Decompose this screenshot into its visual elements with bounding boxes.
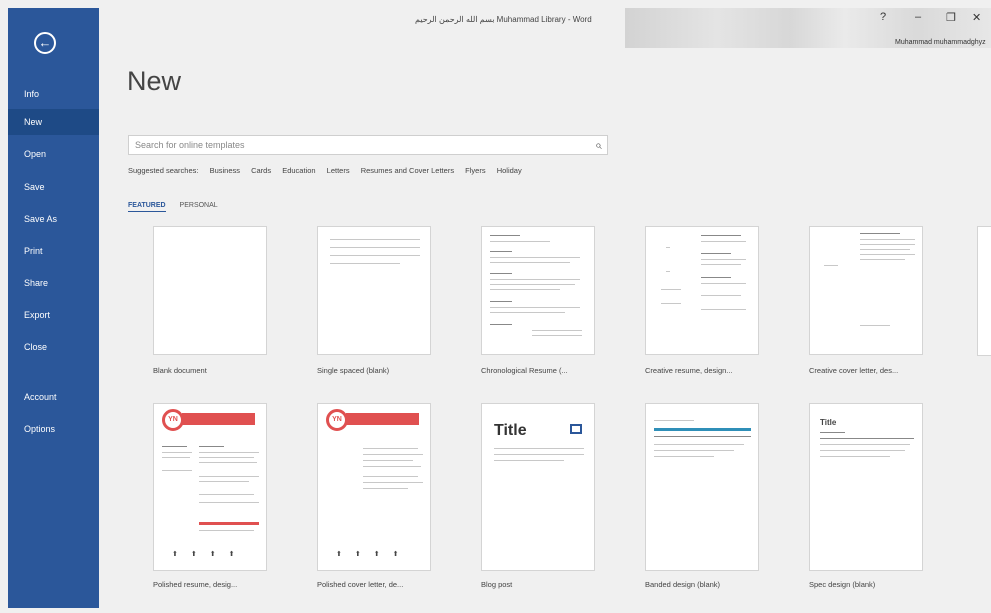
- suggested-letters[interactable]: Letters: [327, 166, 350, 175]
- nav-save[interactable]: Save: [8, 174, 99, 200]
- tab-personal[interactable]: PERSONAL: [180, 202, 218, 211]
- nav-new[interactable]: New: [8, 109, 99, 135]
- nav-options[interactable]: Options: [8, 416, 99, 442]
- window-title: بسم الله الرحمن الرحيم Muhammad Library …: [415, 15, 592, 24]
- template-tabs: FEATURED PERSONAL: [128, 202, 230, 212]
- template-search-input[interactable]: Search for online templates ⌕: [128, 135, 608, 155]
- suggested-business[interactable]: Business: [210, 166, 240, 175]
- suggested-holiday[interactable]: Holiday: [497, 166, 522, 175]
- backstage-nav: ← Info New Open Save Save As Print Share…: [8, 8, 99, 608]
- word-window: ← Info New Open Save Save As Print Share…: [0, 0, 991, 613]
- resume-badge: YN: [162, 409, 184, 431]
- tab-featured[interactable]: FEATURED: [128, 202, 166, 212]
- suggested-flyers[interactable]: Flyers: [465, 166, 485, 175]
- suggested-cards[interactable]: Cards: [251, 166, 271, 175]
- suggested-label: Suggested searches:: [128, 166, 199, 175]
- template-spec-design[interactable]: Title: [809, 403, 923, 571]
- cover-letter-badge: YN: [326, 409, 348, 431]
- nav-open[interactable]: Open: [8, 141, 99, 167]
- blog-image-icon: [570, 424, 582, 434]
- template-label[interactable]: Banded design (blank): [645, 580, 720, 589]
- search-placeholder: Search for online templates: [135, 140, 245, 150]
- template-label[interactable]: Polished cover letter, de...: [317, 580, 403, 589]
- nav-share[interactable]: Share: [8, 270, 99, 296]
- template-chronological-resume[interactable]: [481, 226, 595, 355]
- template-single-spaced[interactable]: [317, 226, 431, 355]
- template-creative-cover-letter[interactable]: [809, 226, 923, 355]
- nav-print[interactable]: Print: [8, 238, 99, 264]
- template-label[interactable]: Spec design (blank): [809, 580, 875, 589]
- back-arrow-icon[interactable]: ←: [34, 32, 56, 54]
- spec-title-preview: Title: [820, 418, 837, 427]
- template-polished-resume[interactable]: YN ⬆⬆⬆⬆: [153, 403, 267, 571]
- help-icon[interactable]: ?: [880, 11, 886, 23]
- suggested-education[interactable]: Education: [282, 166, 315, 175]
- nav-save-as[interactable]: Save As: [8, 206, 99, 232]
- nav-close[interactable]: Close: [8, 334, 99, 360]
- template-label[interactable]: Chronological Resume (...: [481, 366, 568, 375]
- template-label[interactable]: Creative cover letter, des...: [809, 366, 898, 375]
- template-label[interactable]: Polished resume, desig...: [153, 580, 237, 589]
- close-icon[interactable]: ✕: [972, 11, 981, 24]
- contact-icons: ⬆⬆⬆⬆: [172, 551, 248, 558]
- template-label[interactable]: Creative resume, design...: [645, 366, 733, 375]
- blog-title-preview: Title: [494, 422, 527, 439]
- template-blog-post[interactable]: Title: [481, 403, 595, 571]
- minimize-icon[interactable]: –: [915, 11, 921, 23]
- account-username[interactable]: Muhammad muhammadghyz: [895, 39, 986, 46]
- template-label[interactable]: Blog post: [481, 580, 512, 589]
- nav-account[interactable]: Account: [8, 384, 99, 410]
- nav-info[interactable]: Info: [8, 81, 99, 107]
- template-creative-resume[interactable]: [645, 226, 759, 355]
- suggested-searches: Suggested searches: Business Cards Educa…: [128, 166, 531, 175]
- template-banded-design[interactable]: [645, 403, 759, 571]
- template-label[interactable]: Blank document: [153, 366, 207, 375]
- template-polished-cover-letter[interactable]: YN ⬆⬆⬆⬆: [317, 403, 431, 571]
- search-icon[interactable]: ⌕: [595, 138, 602, 153]
- suggested-resumes[interactable]: Resumes and Cover Letters: [361, 166, 454, 175]
- nav-export[interactable]: Export: [8, 302, 99, 328]
- page-title: New: [127, 66, 182, 96]
- restore-icon[interactable]: ❐: [946, 11, 956, 24]
- contact-icons: ⬆⬆⬆⬆: [336, 551, 412, 558]
- template-partial-next[interactable]: [977, 226, 991, 356]
- template-label[interactable]: Single spaced (blank): [317, 366, 389, 375]
- template-blank-document[interactable]: [153, 226, 267, 355]
